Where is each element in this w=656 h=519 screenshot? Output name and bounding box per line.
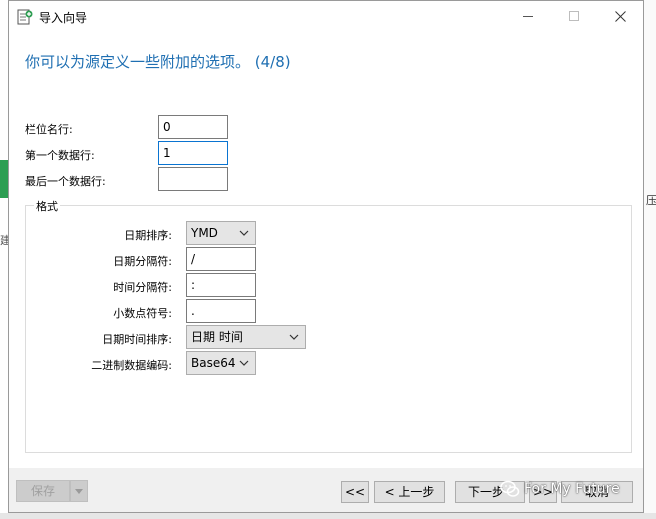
step-heading: 你可以为源定义一些附加的选项。 (4/8) [25,53,291,71]
field-name-row-input[interactable]: 0 [158,115,228,139]
background-left-panel [0,0,8,519]
minimize-icon [523,15,533,17]
first-data-row-label: 第一个数据行: [25,149,95,162]
save-options-dropdown[interactable] [70,480,88,502]
datetime-order-value: 日期 时间 [191,330,243,344]
date-delimiter-label: 日期分隔符: [113,255,172,268]
chevron-down-icon [239,360,249,366]
date-order-dropdown[interactable]: YMD [186,221,256,245]
first-step-button[interactable]: << [341,481,369,503]
binary-encoding-dropdown[interactable]: Base64 [186,351,256,375]
minimize-button[interactable] [505,1,551,31]
window-title: 导入向导 [39,11,88,25]
chevron-down-icon [75,489,83,494]
save-button[interactable]: 保存 [16,480,70,502]
date-order-value: YMD [191,226,218,240]
title-bar[interactable]: 导入向导 [9,1,643,33]
last-data-row-label: 最后一个数据行: [25,175,106,188]
binary-encoding-value: Base64 [191,356,236,370]
decimal-symbol-input[interactable]: . [186,299,256,323]
close-icon [614,10,626,22]
background-green-tab [0,160,8,198]
background-right-text: 压 [646,194,656,207]
datetime-order-label: 日期时间排序: [102,333,172,346]
close-button[interactable] [597,1,643,31]
background-right-panel [644,0,656,519]
background-bottom-bar [0,513,656,519]
format-group-title: 格式 [34,198,60,214]
binary-encoding-label: 二进制数据编码: [91,359,172,372]
import-wizard-dialog: 导入向导 你可以为源定义一些附加的选项。 (4/8) 栏位名行: 0 第一个数据… [8,0,644,513]
import-wizard-icon [17,9,33,25]
decimal-symbol-label: 小数点符号: [113,307,172,320]
field-name-row-label: 栏位名行: [25,123,73,136]
last-data-row-input[interactable] [158,167,228,191]
maximize-icon [569,11,579,21]
first-data-row-input[interactable]: 1 [158,141,228,165]
wechat-icon [500,480,520,497]
watermark-text: For My Future [524,481,620,497]
time-delimiter-input[interactable]: : [186,273,256,297]
chevron-down-icon [239,230,249,236]
maximize-button [551,1,597,31]
time-delimiter-label: 时间分隔符: [113,281,172,294]
watermark: For My Future [500,477,620,501]
chevron-down-icon [289,334,299,340]
background-left-text: 建 [0,234,8,247]
datetime-order-dropdown[interactable]: 日期 时间 [186,325,306,349]
back-button[interactable]: < 上一步 [374,481,445,503]
date-order-label: 日期排序: [124,229,172,242]
date-delimiter-input[interactable]: / [186,247,256,271]
